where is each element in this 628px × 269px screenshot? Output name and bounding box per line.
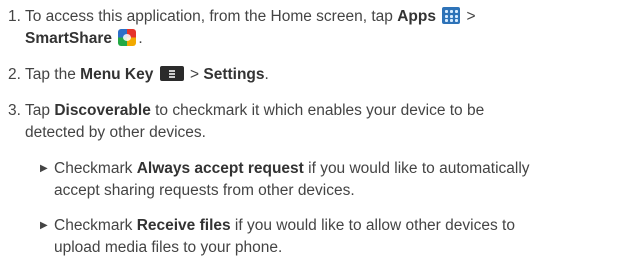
step-text-segment: to checkmark it which enables your devic… (150, 102, 485, 119)
settings-label: Settings (203, 66, 265, 83)
step-line: To access this application, from the Hom… (25, 6, 625, 28)
apps-label: Apps (397, 8, 436, 25)
step-text-segment: > (185, 66, 204, 83)
apps-grid-icon (442, 7, 461, 24)
step-number: 3. (8, 102, 21, 119)
step-number: 2. (8, 66, 21, 83)
step-text: Tap Discoverable to checkmark it which e… (25, 100, 625, 144)
bullet-arrow-icon: ▶ (40, 163, 48, 174)
step-text-segment: . (264, 66, 269, 83)
bullet-arrow-icon: ▶ (40, 220, 48, 231)
bullet-text-segment: if you would like to automatically (303, 160, 530, 177)
step-text-segment: Tap (25, 102, 55, 119)
bullet-line: accept sharing requests from other devic… (54, 182, 355, 199)
step-text-segment: > (462, 8, 476, 25)
receive-files-label: Receive files (136, 217, 231, 234)
step-number: 1. (8, 8, 21, 25)
step-line: SmartShare . (25, 28, 625, 50)
bullet-text-segment: if you would like to allow other devices… (230, 217, 515, 234)
bullet-line: Checkmark Receive files if you would lik… (54, 215, 625, 237)
bullet-line: upload media files to your phone. (54, 239, 283, 256)
always-accept-label: Always accept request (136, 160, 304, 177)
bullet-text-segment: Checkmark (54, 217, 137, 234)
step-text: Tap the Menu Key > Settings. (25, 64, 625, 86)
instruction-document: 1. To access this application, from the … (0, 0, 628, 269)
bullet-text: Checkmark Always accept request if you w… (54, 158, 625, 202)
step-text-segment: Tap the (25, 66, 81, 83)
bullet-text: Checkmark Receive files if you would lik… (54, 215, 625, 259)
step-text-segment: To access this application, from the Hom… (25, 8, 398, 25)
step-line: Tap Discoverable to checkmark it which e… (25, 100, 625, 122)
bullet-text-segment: Checkmark (54, 160, 137, 177)
menu-key-icon (159, 66, 184, 81)
step-line: detected by other devices. (25, 124, 206, 141)
step-text-segment: . (138, 30, 143, 47)
step-text: To access this application, from the Hom… (25, 6, 625, 50)
smartshare-label: SmartShare (25, 30, 113, 47)
discoverable-label: Discoverable (54, 102, 151, 119)
bullet-line: Checkmark Always accept request if you w… (54, 158, 625, 180)
menu-key-label: Menu Key (80, 66, 154, 83)
smartshare-icon (118, 29, 137, 46)
